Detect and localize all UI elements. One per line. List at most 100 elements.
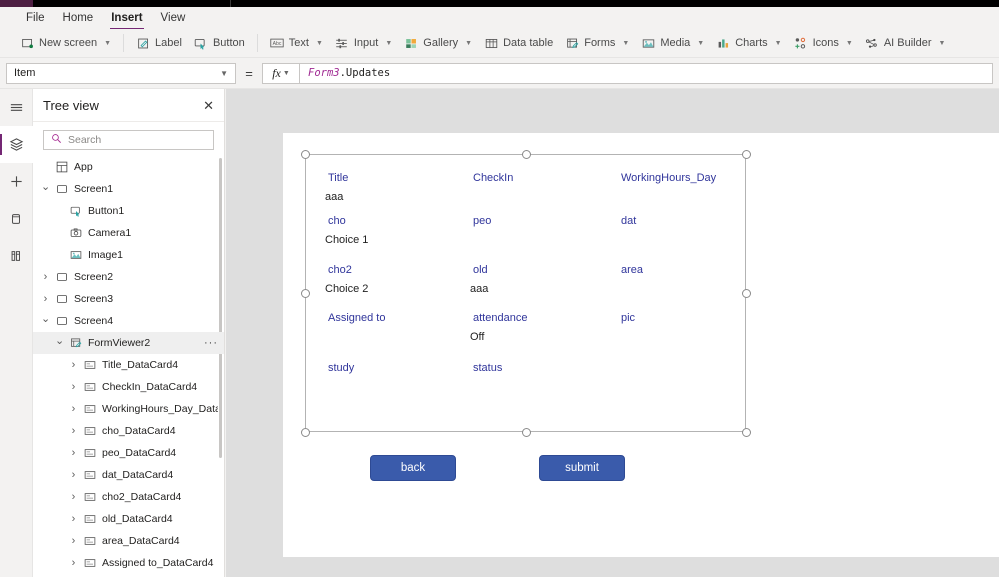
submit-button[interactable]: submit <box>539 455 625 481</box>
tree-view-panel: Tree view ✕ Search App ⌄ Screen1 Button1 Cam… <box>33 89 225 577</box>
tree-node-screen2[interactable]: › Screen2 <box>33 266 224 288</box>
menu-item-insert[interactable]: Insert <box>102 9 151 30</box>
search-input[interactable]: Search <box>43 130 214 150</box>
ribbon-ai-builder[interactable]: AI Builder ▼ <box>859 33 952 53</box>
chevron-right-icon[interactable]: › <box>69 381 78 393</box>
chevron-right-icon[interactable]: › <box>69 513 78 525</box>
resize-handle[interactable] <box>521 150 531 159</box>
resize-handle[interactable] <box>301 428 310 437</box>
fx-button[interactable]: fx ▼ <box>262 62 300 84</box>
tree-node-screen4[interactable]: ⌄ Screen4 <box>33 310 224 332</box>
ribbon-data-table[interactable]: Data table <box>478 33 559 53</box>
search-icon <box>51 131 62 149</box>
back-button[interactable]: back <box>370 455 456 481</box>
form-field-label[interactable]: cho <box>328 215 346 227</box>
form-field-label[interactable]: study <box>328 362 354 374</box>
resize-handle[interactable] <box>301 150 310 159</box>
chevron-down-icon[interactable]: ⌄ <box>41 180 50 193</box>
chevron-right-icon[interactable]: › <box>69 535 78 547</box>
tree-node-image1[interactable]: Image1 <box>33 244 224 266</box>
ribbon-button-control[interactable]: Button <box>188 33 251 53</box>
node-context-menu-icon[interactable]: ··· <box>204 337 218 349</box>
form-field-label[interactable]: attendance <box>473 312 527 324</box>
tree-node-screen3[interactable]: › Screen3 <box>33 288 224 310</box>
chevron-right-icon[interactable]: › <box>41 271 50 283</box>
chevron-right-icon[interactable]: › <box>69 557 78 569</box>
resize-handle[interactable] <box>301 289 310 298</box>
resize-handle[interactable] <box>742 428 751 437</box>
ribbon-label: Input <box>353 37 379 49</box>
insert-icon[interactable] <box>0 163 33 200</box>
form-field-label[interactable]: area <box>621 264 643 276</box>
form-field-label[interactable]: peo <box>473 215 491 227</box>
form-field-value[interactable]: aaa <box>325 191 343 203</box>
chevron-right-icon[interactable]: › <box>69 491 78 503</box>
form-field-value[interactable]: aaa <box>470 283 488 295</box>
tree-node-label: old_DataCard4 <box>102 513 173 525</box>
tree-node-old-datacard4[interactable]: › old_DataCard4 <box>33 508 224 530</box>
resize-handle[interactable] <box>521 428 531 437</box>
property-selector[interactable]: Item ▼ <box>6 62 236 84</box>
datacard-icon <box>83 556 97 570</box>
tree-node-camera1[interactable]: Camera1 <box>33 222 224 244</box>
tree-view-icon[interactable] <box>0 126 33 163</box>
chevron-right-icon[interactable]: › <box>69 403 78 415</box>
form-field-label[interactable]: WorkingHours_Day <box>621 172 716 184</box>
ribbon-media[interactable]: Media ▼ <box>635 33 710 53</box>
formula-input[interactable]: Form3 .Updates <box>300 62 993 84</box>
tree-node-area-datacard4[interactable]: › area_DataCard4 <box>33 530 224 552</box>
data-icon[interactable] <box>0 200 33 237</box>
tree-node-cho2-datacard4[interactable]: › cho2_DataCard4 <box>33 486 224 508</box>
form-field-label[interactable]: Title <box>328 172 348 184</box>
menu-item-view[interactable]: View <box>152 9 195 28</box>
media-library-icon[interactable] <box>0 237 33 274</box>
ribbon-forms[interactable]: Forms ▼ <box>559 33 635 53</box>
form-field-label[interactable]: dat <box>621 215 636 227</box>
ribbon-icons[interactable]: Icons ▼ <box>788 33 859 53</box>
form-field-label[interactable]: pic <box>621 312 635 324</box>
chevron-right-icon[interactable]: › <box>69 447 78 459</box>
form-field-value[interactable]: Choice 1 <box>325 234 368 246</box>
resize-handle[interactable] <box>742 150 751 159</box>
tree-node-screen1[interactable]: ⌄ Screen1 <box>33 178 224 200</box>
tree-node-dat-datacard4[interactable]: › dat_DataCard4 <box>33 464 224 486</box>
close-icon[interactable]: ✕ <box>203 99 214 112</box>
chevron-right-icon[interactable]: › <box>69 359 78 371</box>
tree-node-title-datacard4[interactable]: › Title_DataCard4 <box>33 354 224 376</box>
ribbon-label-control[interactable]: Label <box>130 33 188 53</box>
tree-node-peo-datacard4[interactable]: › peo_DataCard4 <box>33 442 224 464</box>
form-field-label[interactable]: Assigned to <box>328 312 385 324</box>
menu-item-file[interactable]: File <box>17 9 54 28</box>
ribbon-text[interactable]: Abc Text ▼ <box>264 33 329 53</box>
ribbon-gallery[interactable]: Gallery ▼ <box>398 33 478 53</box>
form-field-label[interactable]: CheckIn <box>473 172 513 184</box>
form-field-value[interactable]: Off <box>470 331 484 343</box>
tree-node-button1[interactable]: Button1 <box>33 200 224 222</box>
ribbon-new-screen[interactable]: New screen ▼ <box>14 33 117 53</box>
tree-node-workinghours-day-datacard4[interactable]: › WorkingHours_Day_DataCard4 <box>33 398 224 420</box>
property-selector-value: Item <box>14 67 36 79</box>
form-field-label[interactable]: old <box>473 264 488 276</box>
app-screen-canvas[interactable]: Title aaa CheckIn WorkingHours_Daycho Choice… <box>283 133 999 557</box>
chevron-down-icon[interactable]: ⌄ <box>55 334 64 347</box>
ribbon-charts[interactable]: Charts ▼ <box>710 33 787 53</box>
tree-node-list[interactable]: App ⌄ Screen1 Button1 Camera1 Image1 › Screen2 ›… <box>33 156 224 577</box>
tree-node-formviewer2[interactable]: ⌄ FormViewer2 ··· <box>33 332 224 354</box>
chevron-down-icon[interactable]: ⌄ <box>41 312 50 325</box>
form-viewer-control[interactable]: Title aaa CheckIn WorkingHours_Daycho Choice… <box>301 150 751 437</box>
chevron-right-icon[interactable]: › <box>69 425 78 437</box>
ribbon-input[interactable]: Input ▼ <box>329 33 398 53</box>
form-field-label[interactable]: status <box>473 362 502 374</box>
ribbon-label: Data table <box>503 37 554 49</box>
chevron-right-icon[interactable]: › <box>41 293 50 305</box>
menu-item-home[interactable]: Home <box>54 9 103 28</box>
tree-node-cho-datacard4[interactable]: › cho_DataCard4 <box>33 420 224 442</box>
resize-handle[interactable] <box>742 289 751 298</box>
tree-node-checkin-datacard4[interactable]: › CheckIn_DataCard4 <box>33 376 224 398</box>
hamburger-menu-icon[interactable] <box>0 89 33 126</box>
tree-node-assigned-to-datacard4[interactable]: › Assigned to_DataCard4 <box>33 552 224 574</box>
form-field-value[interactable]: Choice 2 <box>325 283 368 295</box>
form-field-label[interactable]: cho2 <box>328 264 352 276</box>
chevron-right-icon[interactable]: › <box>69 469 78 481</box>
tree-node-app[interactable]: App <box>33 156 224 178</box>
